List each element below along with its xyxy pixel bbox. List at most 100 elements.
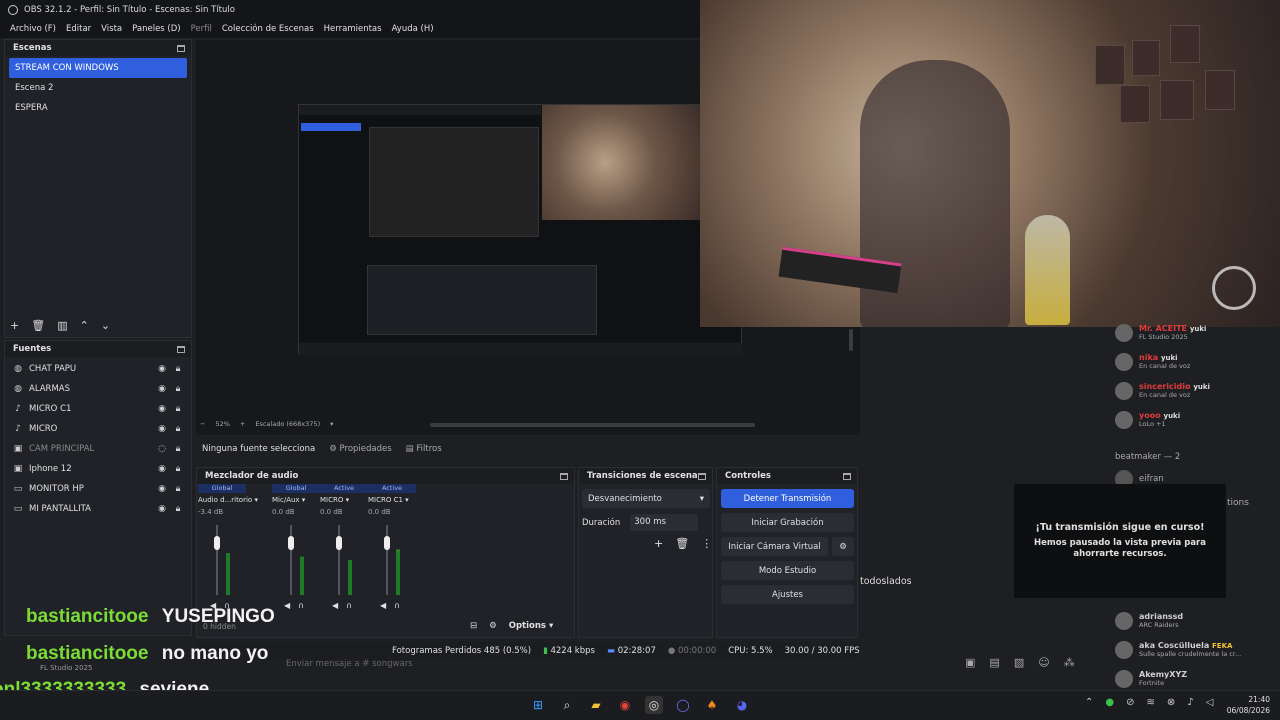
visibility-eye-icon[interactable]: ◉ <box>157 504 167 514</box>
mute-icon[interactable]: ◀︎ <box>284 601 290 610</box>
search-icon[interactable]: ⌕ <box>558 696 576 714</box>
scene-item-espera[interactable]: ESPERA <box>9 98 187 118</box>
monitor-headphones-icon[interactable]: ∩ <box>346 601 352 610</box>
chevron-down-icon[interactable]: ▾ <box>346 496 350 504</box>
mixer-advanced-icon[interactable]: ⚙ <box>489 621 497 631</box>
preview-vscroll[interactable] <box>849 329 853 351</box>
preview-hscroll[interactable] <box>430 423 755 427</box>
visibility-eye-icon[interactable]: ◉ <box>157 424 167 434</box>
move-up-icon[interactable]: ⌃ <box>80 319 89 332</box>
monitor-headphones-icon[interactable]: ∩ <box>298 601 304 610</box>
visibility-eye-icon[interactable]: ◌ <box>157 444 167 454</box>
member-list-item[interactable]: yooo yuki LoLo +1 <box>1115 411 1180 437</box>
undock-icon[interactable] <box>698 472 706 480</box>
volume-icon[interactable]: ◁ <box>1206 697 1214 708</box>
emoji-icon[interactable]: ☺ <box>1038 656 1049 669</box>
fader-handle[interactable] <box>384 536 390 550</box>
chat-input[interactable]: Enviar mensaje a # songwars <box>280 655 960 673</box>
undock-icon[interactable] <box>560 472 568 480</box>
member-list-item[interactable]: aka Coscülluela FEKA Sulle spalle crudelm… <box>1115 641 1241 667</box>
zoom-out-icon[interactable]: − <box>200 420 205 428</box>
visibility-eye-icon[interactable]: ◉ <box>157 364 167 374</box>
lock-icon[interactable]: 🔒︎ <box>173 464 183 474</box>
chevron-down-icon[interactable]: ▾ <box>302 496 306 504</box>
tray-app-icon[interactable]: ⊘ <box>1126 697 1134 708</box>
apps-icon[interactable]: ⁂ <box>1064 656 1075 669</box>
mixer-layout-icon[interactable]: ⊟ <box>470 621 477 631</box>
start-virtual-camera-button[interactable]: Iniciar Cámara Virtual <box>721 537 828 556</box>
undock-icon[interactable] <box>843 472 851 480</box>
lock-icon[interactable]: 🔒︎ <box>173 404 183 414</box>
menu-paneles[interactable]: Paneles (D) <box>132 24 180 34</box>
chevron-down-icon[interactable]: ▾ <box>405 496 409 504</box>
obs-taskbar-icon[interactable]: ◎ <box>645 696 663 714</box>
duration-input[interactable]: 300 ms <box>630 514 699 531</box>
menu-herramientas[interactable]: Herramientas <box>324 24 382 34</box>
studio-mode-button[interactable]: Modo Estudio <box>721 561 854 580</box>
source-item[interactable]: ▣ CAM PRINCIPAL ◌ 🔒︎ <box>5 439 191 459</box>
menu-ayuda[interactable]: Ayuda (H) <box>392 24 434 34</box>
tray-chevron-icon[interactable]: ⌃ <box>1085 697 1093 708</box>
sticker-icon[interactable]: ▧ <box>1014 656 1024 669</box>
gif-icon[interactable]: ▤ <box>989 656 999 669</box>
fader-handle[interactable] <box>214 536 220 550</box>
wifi-icon[interactable]: ≋ <box>1147 697 1155 708</box>
lock-icon[interactable]: 🔒︎ <box>173 364 183 374</box>
fader-handle[interactable] <box>288 536 294 550</box>
file-explorer-icon[interactable]: ▰ <box>587 696 605 714</box>
add-transition-icon[interactable]: + <box>654 537 663 550</box>
source-item[interactable]: ◍ CHAT PAPU ◉ 🔒︎ <box>5 359 191 379</box>
mute-icon[interactable]: ◀︎ <box>332 601 338 610</box>
member-list-item[interactable]: Mr. ACEITE yuki FL Studio 2025 <box>1115 324 1206 350</box>
filters-button[interactable]: ▤ Filtros <box>406 444 442 454</box>
source-item[interactable]: ▭ MI PANTALLITA ◉ 🔒︎ <box>5 499 191 519</box>
lock-icon[interactable]: 🔒︎ <box>173 384 183 394</box>
windows-start-icon[interactable]: ⊞ <box>529 696 547 714</box>
lock-icon[interactable]: 🔒︎ <box>173 484 183 494</box>
network-icon[interactable]: ⊗ <box>1167 697 1175 708</box>
menu-archivo[interactable]: Archivo (F) <box>10 24 56 34</box>
mute-icon[interactable]: ◀︎ <box>380 601 386 610</box>
mixer-options-button[interactable]: Options ▾ <box>509 621 553 631</box>
source-item[interactable]: ♪ MICRO C1 ◉ 🔒︎ <box>5 399 191 419</box>
properties-button[interactable]: ⚙ Propiedades <box>329 444 391 454</box>
scale-dropdown-icon[interactable]: ▾ <box>330 420 333 428</box>
scene-item-escena2[interactable]: Escena 2 <box>9 78 187 98</box>
app-icon[interactable]: ◯ <box>674 696 692 714</box>
visibility-eye-icon[interactable]: ◉ <box>157 404 167 414</box>
move-down-icon[interactable]: ⌄ <box>101 319 110 332</box>
virtual-camera-settings-button[interactable]: ⚙ <box>832 537 854 556</box>
menu-editar[interactable]: Editar <box>66 24 91 34</box>
lock-icon[interactable]: 🔒︎ <box>173 444 183 454</box>
lock-icon[interactable]: 🔒︎ <box>173 424 183 434</box>
fader-handle[interactable] <box>336 536 342 550</box>
more-icon[interactable]: ⋮ <box>701 537 712 550</box>
fl-studio-icon[interactable]: ♠ <box>703 696 721 714</box>
source-item[interactable]: ◍ ALARMAS ◉ 🔒︎ <box>5 379 191 399</box>
source-item[interactable]: ▭ MONITOR HP ◉ 🔒︎ <box>5 479 191 499</box>
menu-coleccion[interactable]: Colección de Escenas <box>222 24 314 34</box>
transition-select[interactable]: Desvanecimiento ▾ <box>582 489 710 508</box>
member-list-item[interactable]: nika yuki En canal de voz <box>1115 353 1190 379</box>
undock-icon[interactable] <box>177 345 185 353</box>
source-item[interactable]: ▣ Iphone 12 ◉ 🔒︎ <box>5 459 191 479</box>
visibility-eye-icon[interactable]: ◉ <box>157 384 167 394</box>
settings-button[interactable]: Ajustes <box>721 585 854 604</box>
member-list-item[interactable]: sincericidio yuki En canal de voz <box>1115 382 1210 408</box>
stop-streaming-button[interactable]: Detener Transmisión <box>721 489 854 508</box>
tray-app-icon[interactable]: ● <box>1105 697 1114 708</box>
menu-perfil[interactable]: Perfil <box>191 24 212 34</box>
lock-icon[interactable]: 🔒︎ <box>173 504 183 514</box>
add-scene-icon[interactable]: + <box>10 319 19 332</box>
scene-filters-icon[interactable]: ▥ <box>57 319 67 332</box>
visibility-eye-icon[interactable]: ◉ <box>157 464 167 474</box>
chrome-icon[interactable]: ◉ <box>616 696 634 714</box>
discord-icon[interactable]: ◕ <box>733 696 751 714</box>
remove-scene-icon[interactable]: 🗑 <box>31 319 45 332</box>
member-name[interactable]: eifran <box>1139 474 1164 484</box>
menu-vista[interactable]: Vista <box>101 24 122 34</box>
scene-item-stream[interactable]: STREAM CON WINDOWS <box>9 58 187 78</box>
chevron-down-icon[interactable]: ▾ <box>254 496 258 504</box>
gift-icon[interactable]: ▣ <box>965 656 975 669</box>
member-list-item[interactable]: adrianssd ARC Raiders <box>1115 612 1183 638</box>
